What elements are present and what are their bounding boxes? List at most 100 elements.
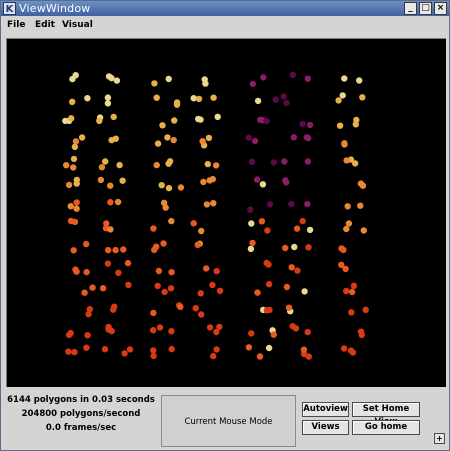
polygon-count-text: 6144 polygons in 0.03 seconds [7,395,155,405]
particle [121,350,128,357]
particle [70,164,77,171]
particle [206,324,214,331]
particle [110,306,117,313]
particle [259,181,267,188]
particle [96,117,103,125]
close-button[interactable]: × [434,2,447,15]
particle [104,100,112,107]
particle [105,73,113,80]
menu-visual[interactable]: Visual [62,20,93,30]
particle [124,259,132,267]
particle [198,227,205,235]
menu-edit[interactable]: Edit [35,20,55,30]
particle [150,327,157,334]
particle [65,348,72,355]
particle [290,134,298,141]
particle [342,265,349,273]
minimize-button[interactable]: _ [404,2,417,15]
particle [73,180,80,187]
particle [291,243,298,251]
particle [119,177,126,184]
particle [348,309,355,316]
particle [350,282,358,289]
particle [303,134,310,141]
particle [256,353,264,360]
title-bar[interactable]: K ViewWindow _ □ × [1,1,449,16]
menu-file[interactable]: File [7,20,25,30]
particle [153,94,160,101]
particle [159,122,166,129]
particle [304,158,312,165]
particle [69,75,76,83]
particle [210,94,217,101]
particle [304,200,311,208]
particle [165,160,172,167]
particle [210,352,217,360]
particle [254,289,261,296]
particle [213,267,220,275]
particle [299,217,306,225]
views-button[interactable]: Views [302,420,349,435]
particle [293,225,301,232]
particle [289,71,296,78]
autoview-button[interactable]: Autoview [302,402,349,417]
particle [84,332,91,339]
particle [359,182,367,189]
scene-canvas[interactable] [7,39,445,386]
corner-expand-button[interactable]: + [434,433,445,444]
particle [362,306,369,313]
particle [263,117,270,125]
particle [288,264,295,271]
particle [108,136,115,144]
particle [359,94,366,101]
particle [272,96,279,103]
particle [306,121,314,129]
particle [78,134,86,141]
particle [150,225,157,232]
particle [209,281,216,289]
particle [199,138,206,145]
particle [266,201,274,208]
particle [65,331,73,338]
particle [153,161,160,169]
particle [107,199,114,206]
particle [190,220,197,227]
particle [73,205,80,212]
particle [265,281,273,288]
particle [86,306,94,313]
3d-viewport[interactable] [6,38,446,387]
particle [209,175,216,183]
particle [213,346,220,353]
particle [107,182,114,189]
particle [341,75,348,82]
particle [353,116,360,124]
particle [203,265,210,272]
particle [254,97,262,105]
go-home-button[interactable]: Go home [352,420,420,435]
particle [197,290,204,297]
particle [198,311,205,318]
particle [248,158,256,165]
particle [288,200,295,208]
particle [282,244,289,252]
app-icon[interactable]: K [3,2,16,15]
particle [112,246,119,254]
particle [339,92,346,99]
particle [161,288,168,296]
particle [356,77,363,84]
particle [210,200,217,207]
particle [81,289,88,296]
particle [101,346,109,353]
particle [248,220,255,227]
particle [283,99,290,107]
particle [177,184,185,191]
particle [305,353,312,360]
particle [195,115,202,123]
particle [192,305,199,312]
set-home-view-button[interactable]: Set Home View [352,402,420,427]
particle [285,304,293,311]
particle [299,120,306,128]
maximize-button[interactable]: □ [419,2,432,15]
particle [265,344,273,352]
particle [113,77,121,84]
